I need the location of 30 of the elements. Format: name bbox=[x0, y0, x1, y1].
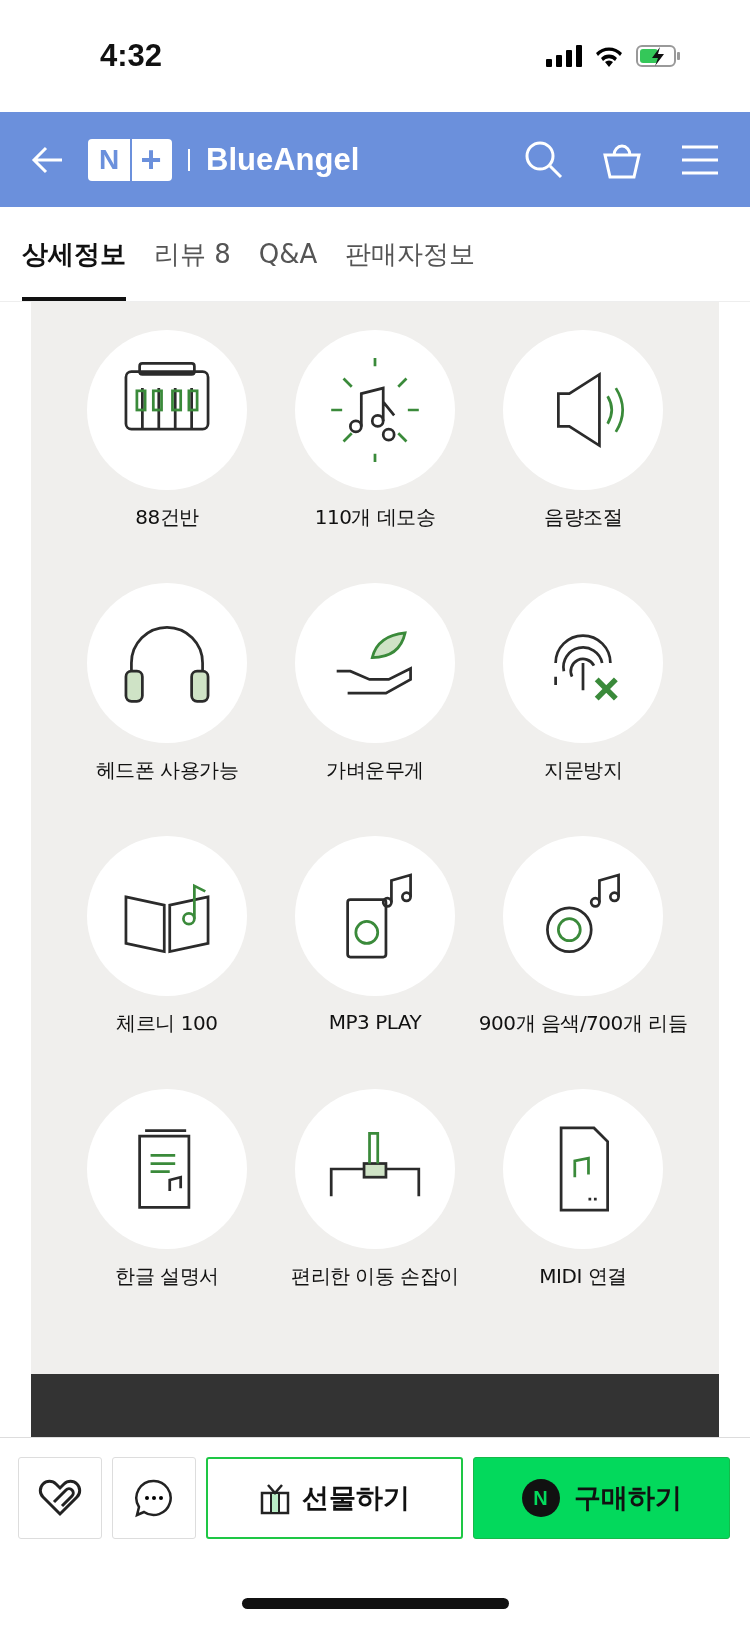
feature-label: 체르니 100 bbox=[116, 1010, 218, 1037]
feature-label: 88건반 bbox=[135, 504, 199, 531]
logo-plus: + bbox=[130, 138, 170, 181]
tab[interactable]: 리뷰 8 bbox=[154, 207, 231, 301]
heart-icon bbox=[38, 1478, 82, 1518]
feature-label: 한글 설명서 bbox=[115, 1263, 219, 1290]
search-icon[interactable] bbox=[524, 139, 564, 180]
tab[interactable]: Q&A bbox=[258, 207, 318, 301]
feature-label: 헤드폰 사용가능 bbox=[95, 757, 239, 784]
wish-button[interactable] bbox=[18, 1457, 102, 1539]
buy-button[interactable]: N 구매하기 bbox=[473, 1457, 730, 1539]
logo-letter: N bbox=[97, 142, 121, 177]
feature-label: 편리한 이동 손잡이 bbox=[291, 1263, 459, 1290]
feature-label: MIDI 연결 bbox=[539, 1263, 627, 1290]
back-icon[interactable] bbox=[30, 144, 64, 175]
battery-icon bbox=[636, 44, 682, 68]
feature-label: 900개 음색/700개 리듬 bbox=[478, 1010, 688, 1037]
feature-label: 110개 데모송 bbox=[314, 504, 436, 531]
chat-bubble-icon bbox=[134, 1478, 174, 1518]
feature-label: 가벼운무게 bbox=[326, 757, 424, 784]
feature-label: MP3 PLAY bbox=[328, 1010, 422, 1034]
wifi-icon bbox=[594, 45, 624, 67]
naver-pay-logo: N bbox=[521, 1479, 560, 1517]
gift-button[interactable]: 선물하기 bbox=[206, 1457, 463, 1539]
feature-label: 지문방지 bbox=[544, 757, 622, 784]
clock: 4:32 bbox=[100, 38, 163, 74]
tab[interactable]: 판매자정보 bbox=[345, 207, 476, 301]
chat-button[interactable] bbox=[112, 1457, 196, 1539]
feature-label: 음량조절 bbox=[544, 504, 622, 531]
signal-icon bbox=[546, 45, 582, 67]
